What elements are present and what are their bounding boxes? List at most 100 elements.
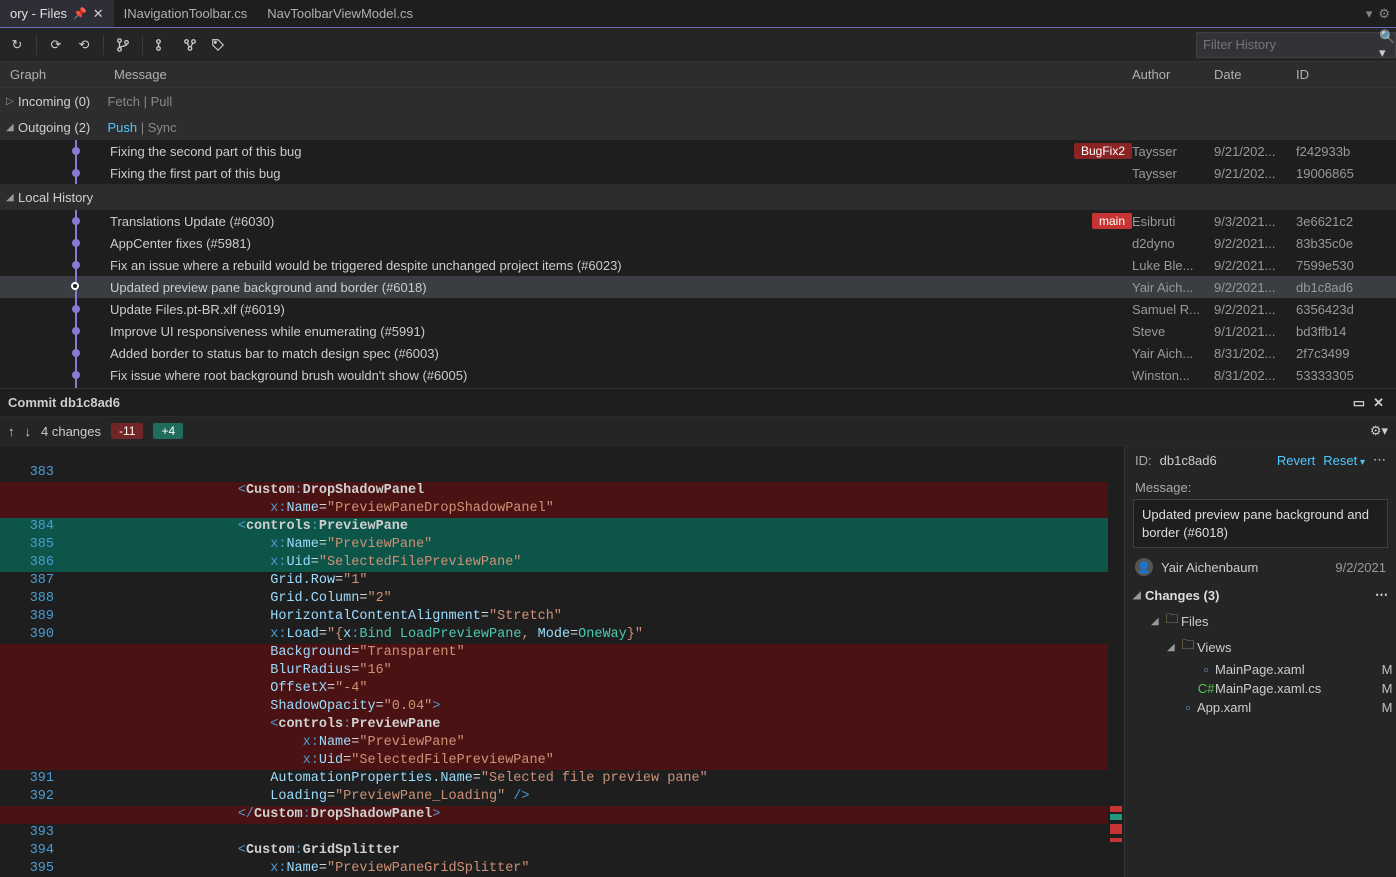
- xaml-file-icon: ▫: [1179, 700, 1197, 715]
- commit-row[interactable]: Fixing the first part of this bug Taysse…: [0, 162, 1396, 184]
- commit-msg: AppCenter fixes (#5981): [110, 236, 251, 251]
- commit-row[interactable]: AppCenter fixes (#5981) d2dyno 9/2/2021.…: [0, 232, 1396, 254]
- next-change-icon[interactable]: ↓: [25, 424, 32, 439]
- commit-row[interactable]: Update Files.pt-BR.xlf (#6019) Samuel R.…: [0, 298, 1396, 320]
- branch-icon[interactable]: [112, 34, 134, 56]
- file-status: M: [1378, 662, 1396, 677]
- commit-row[interactable]: Fixing the second part of this bug BugFix…: [0, 140, 1396, 162]
- section-incoming[interactable]: ▷ Incoming (0) Fetch | Pull: [0, 88, 1396, 114]
- graph-mode-icon[interactable]: [151, 34, 173, 56]
- push-link[interactable]: Push: [108, 120, 138, 135]
- commit-date: 9/2/2021...: [1214, 280, 1296, 295]
- commit-author: Steve: [1132, 324, 1214, 339]
- chevron-down-icon: ◢: [6, 122, 18, 133]
- revert-link[interactable]: Revert: [1277, 453, 1315, 468]
- tree-file-mainpage-xaml[interactable]: ▫ MainPage.xaml M: [1125, 660, 1396, 679]
- col-date[interactable]: Date: [1214, 67, 1296, 82]
- section-outgoing[interactable]: ◢ Outgoing (2) Push | Sync: [0, 114, 1396, 140]
- restore-window-icon[interactable]: ▭: [1349, 393, 1369, 413]
- section-label: Local History: [18, 190, 93, 205]
- tab-inavigationtoolbar[interactable]: INavigationToolbar.cs: [114, 0, 258, 27]
- commit-row[interactable]: Fix issue where root background brush wo…: [0, 364, 1396, 386]
- close-icon[interactable]: ✕: [1369, 393, 1388, 413]
- commit-id: bd3ffb14: [1296, 324, 1378, 339]
- commit-date: 8/31/202...: [1214, 346, 1296, 361]
- changes-count: 4 changes: [41, 424, 101, 439]
- commit-date: 8/31/202...: [1214, 368, 1296, 383]
- commit-msg: Fixing the second part of this bug: [110, 144, 302, 159]
- commit-date: 9/1/2021...: [1214, 324, 1296, 339]
- commit-id: 7599e530: [1296, 258, 1378, 273]
- col-graph[interactable]: Graph: [0, 67, 110, 82]
- branch-badge: BugFix2: [1074, 143, 1132, 159]
- commit-row[interactable]: Improve UI responsiveness while enumerat…: [0, 320, 1396, 342]
- filter-history-input[interactable]: 🔍▾: [1196, 32, 1396, 58]
- commit-date: 9/21/202...: [1214, 144, 1296, 159]
- commit-id: 6356423d: [1296, 302, 1378, 317]
- filter-input-field[interactable]: [1203, 37, 1379, 52]
- deletions-badge: -11: [111, 423, 143, 439]
- folder-icon: 🗀: [1179, 636, 1197, 658]
- commit-author: Samuel R...: [1132, 302, 1214, 317]
- reset-dropdown[interactable]: Reset: [1323, 453, 1365, 468]
- commit-msg: Updated preview pane background and bord…: [110, 280, 427, 295]
- col-message[interactable]: Message: [110, 67, 1132, 82]
- fetch-link[interactable]: Fetch: [107, 94, 140, 109]
- tree-folder-files[interactable]: ◢ 🗀 Files: [1125, 608, 1396, 634]
- pull-icon[interactable]: ⟲: [73, 34, 95, 56]
- col-author[interactable]: Author: [1132, 67, 1214, 82]
- commit-row[interactable]: Avoid crash when dragging files from Win…: [0, 386, 1396, 388]
- additions-badge: +4: [153, 423, 183, 439]
- pull-link[interactable]: Pull: [151, 94, 173, 109]
- search-icon[interactable]: 🔍▾: [1379, 29, 1395, 61]
- gear-icon[interactable]: ⚙: [1378, 6, 1390, 22]
- cs-file-icon: C#: [1197, 681, 1215, 696]
- sync-link[interactable]: Sync: [148, 120, 177, 135]
- commit-row[interactable]: Updated preview pane background and bord…: [0, 276, 1396, 298]
- tab-history[interactable]: ory - Files 📌 ✕: [0, 0, 114, 27]
- fetch-icon[interactable]: ⟳: [45, 34, 67, 56]
- commit-row[interactable]: Translations Update (#6030)main Esibruti…: [0, 210, 1396, 232]
- commit-date: 9/21/202...: [1214, 166, 1296, 181]
- graph-filter-icon[interactable]: [179, 34, 201, 56]
- commit-id: 3e6621c2: [1296, 214, 1378, 229]
- history-column-headers: Graph Message Author Date ID: [0, 62, 1396, 88]
- commit-row[interactable]: Fix an issue where a rebuild would be tr…: [0, 254, 1396, 276]
- changes-header: Changes (3): [1145, 588, 1219, 603]
- commit-author: Esibruti: [1132, 214, 1214, 229]
- xaml-file-icon: ▫: [1197, 662, 1215, 677]
- commit-msg: Improve UI responsiveness while enumerat…: [110, 324, 425, 339]
- commit-detail-title: Commit db1c8ad6: [8, 395, 120, 410]
- commit-author: Luke Ble...: [1132, 258, 1214, 273]
- changes-section[interactable]: ◢ Changes (3) ⋯: [1125, 582, 1396, 608]
- commit-msg: Added border to status bar to match desi…: [110, 346, 439, 361]
- prev-change-icon[interactable]: ↑: [8, 424, 15, 439]
- col-id[interactable]: ID: [1296, 67, 1378, 82]
- commit-msg: Fix an issue where a rebuild would be tr…: [110, 258, 622, 273]
- tree-file-mainpage-xaml-cs[interactable]: C# MainPage.xaml.cs M: [1125, 679, 1396, 698]
- close-icon[interactable]: ✕: [93, 6, 104, 22]
- commit-msg: Update Files.pt-BR.xlf (#6019): [110, 302, 285, 317]
- tag-icon[interactable]: [207, 34, 229, 56]
- section-local[interactable]: ◢ Local History: [0, 184, 1396, 210]
- minimap[interactable]: [1108, 446, 1124, 877]
- commit-date: 9/3/2021...: [1214, 214, 1296, 229]
- tree-folder-views[interactable]: ◢ 🗀 Views: [1125, 634, 1396, 660]
- pin-icon[interactable]: 📌: [73, 7, 87, 20]
- gear-icon[interactable]: ⚙▾: [1370, 423, 1388, 439]
- tab-label: ory - Files: [10, 6, 67, 21]
- overflow-icon[interactable]: ▾: [1366, 6, 1373, 22]
- commit-id: db1c8ad6: [1296, 280, 1378, 295]
- more-icon[interactable]: ⋯: [1373, 452, 1386, 468]
- commit-id: 83b35c0e: [1296, 236, 1378, 251]
- diff-view[interactable]: 383 <Custom:DropShadowPanel x:Name="Prev…: [0, 446, 1124, 877]
- tree-file-app-xaml[interactable]: ▫ App.xaml M: [1125, 698, 1396, 717]
- refresh-icon[interactable]: ↻: [6, 34, 28, 56]
- tab-label: INavigationToolbar.cs: [124, 6, 248, 21]
- commit-row[interactable]: Added border to status bar to match desi…: [0, 342, 1396, 364]
- tab-navtoolbarviewmodel[interactable]: NavToolbarViewModel.cs: [257, 0, 423, 27]
- chevron-down-icon: ◢: [1133, 590, 1145, 601]
- commit-id: 19006865: [1296, 166, 1378, 181]
- commit-author: Yair Aich...: [1132, 280, 1214, 295]
- more-icon[interactable]: ⋯: [1375, 587, 1388, 603]
